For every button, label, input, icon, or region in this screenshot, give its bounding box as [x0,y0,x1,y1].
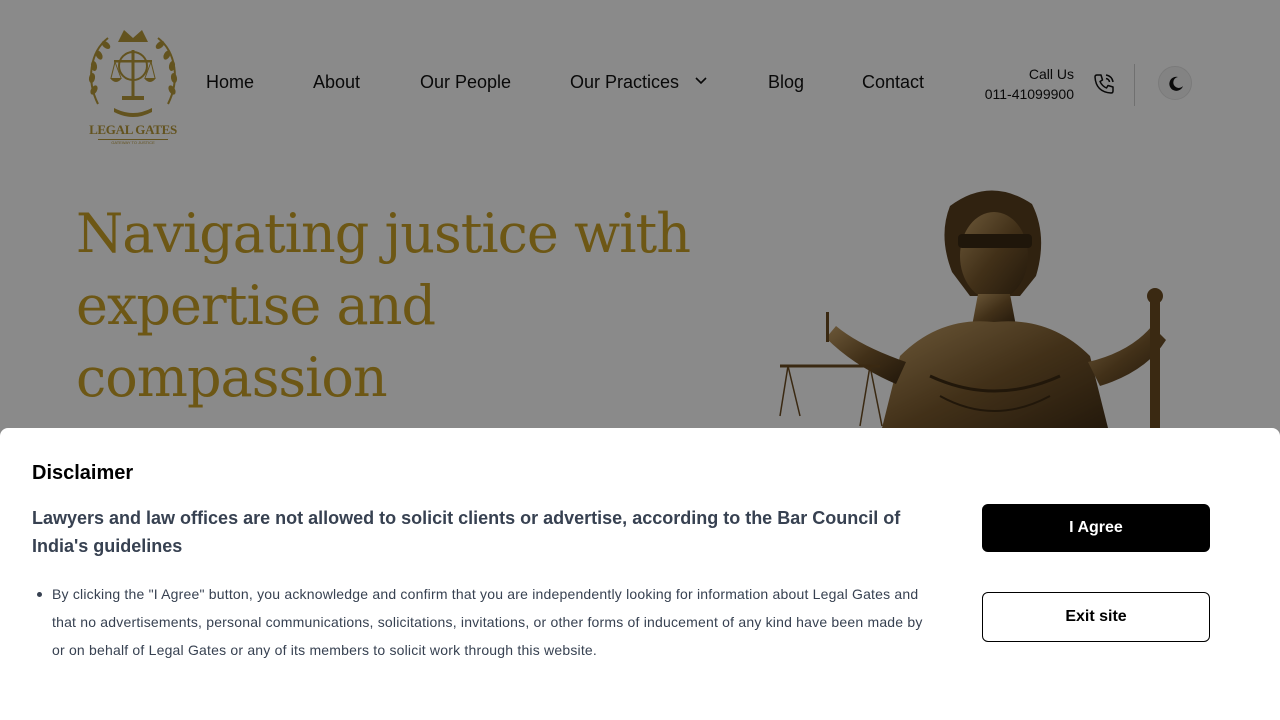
page: LEGAL GATES GATEWAY TO JUSTICE Home Abou… [0,0,1280,720]
disclaimer-list-item: By clicking the "I Agree" button, you ac… [37,580,932,664]
disclaimer-subtitle: Lawyers and law offices are not allowed … [32,508,901,556]
disclaimer-dialog: Disclaimer Lawyers and law offices are n… [0,428,1280,720]
agree-button[interactable]: I Agree [982,504,1210,552]
exit-site-button[interactable]: Exit site [982,592,1210,642]
disclaimer-list: By clicking the "I Agree" button, you ac… [37,580,932,664]
disclaimer-title: Disclaimer [32,462,134,484]
